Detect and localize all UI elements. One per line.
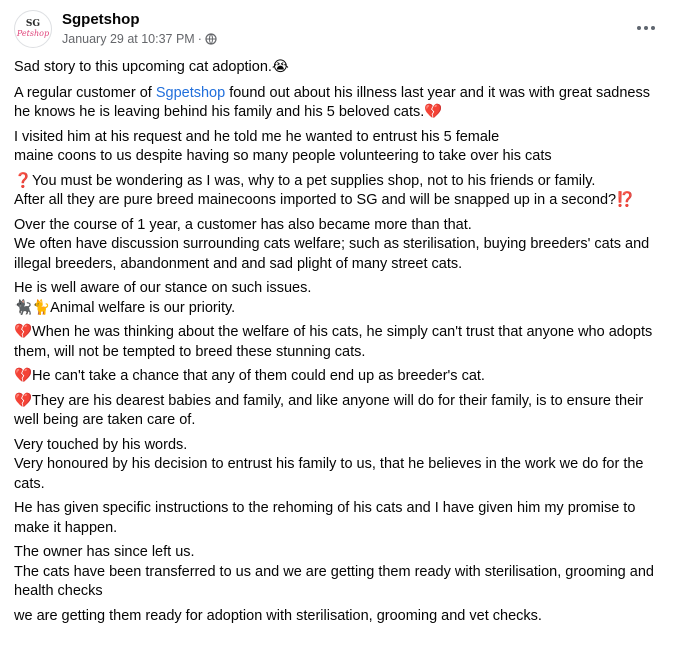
page-avatar[interactable]: SG Petshop — [14, 10, 52, 48]
post-paragraph: 💔When he was thinking about the welfare … — [14, 324, 653, 360]
paragraph-text: A regular customer of — [14, 84, 156, 101]
post-header: SG Petshop Sgpetshop January 29 at 10:37… — [14, 10, 660, 50]
post-paragraph: Very touched by his words. Very honoured… — [14, 436, 644, 492]
post-paragraph: The owner has since left us. The cats ha… — [14, 544, 654, 599]
post-paragraph: Sad story to this upcoming cat adoption.… — [14, 59, 289, 75]
post-paragraph: ❓You must be wondering as I was, why to … — [14, 172, 635, 209]
post-paragraph: 💔They are his dearest babies and family,… — [14, 392, 644, 429]
post-paragraph: I visited him at his request and he told… — [14, 128, 552, 165]
facebook-post: SG Petshop Sgpetshop January 29 at 10:37… — [0, 0, 674, 653]
post-meta: January 29 at 10:37 PM · — [62, 32, 217, 46]
post-body: Sad story to this upcoming cat adoption.… — [14, 58, 664, 631]
more-options-icon[interactable] — [632, 20, 660, 36]
avatar-logo-subtext: Petshop — [16, 29, 50, 38]
meta-separator: · — [197, 32, 202, 46]
post-paragraph: He has given specific instructions to th… — [14, 500, 636, 536]
globe-icon[interactable] — [205, 33, 217, 45]
post-paragraph: we are getting them ready for adoption w… — [14, 607, 542, 624]
post-paragraph: 💔He can't take a chance that any of them… — [14, 368, 485, 384]
sgpetshop-mention-link[interactable]: Sgpetshop — [156, 85, 225, 101]
post-timestamp[interactable]: January 29 at 10:37 PM — [62, 32, 195, 46]
post-paragraph: He is well aware of our stance on such i… — [14, 280, 312, 316]
avatar-logo-text: SG — [25, 19, 41, 29]
post-paragraph: Over the course of 1 year, a customer ha… — [14, 216, 650, 272]
page-name-link[interactable]: Sgpetshop — [62, 11, 140, 28]
post-paragraph: A regular customer of Sgpetshop found ou… — [14, 84, 664, 123]
